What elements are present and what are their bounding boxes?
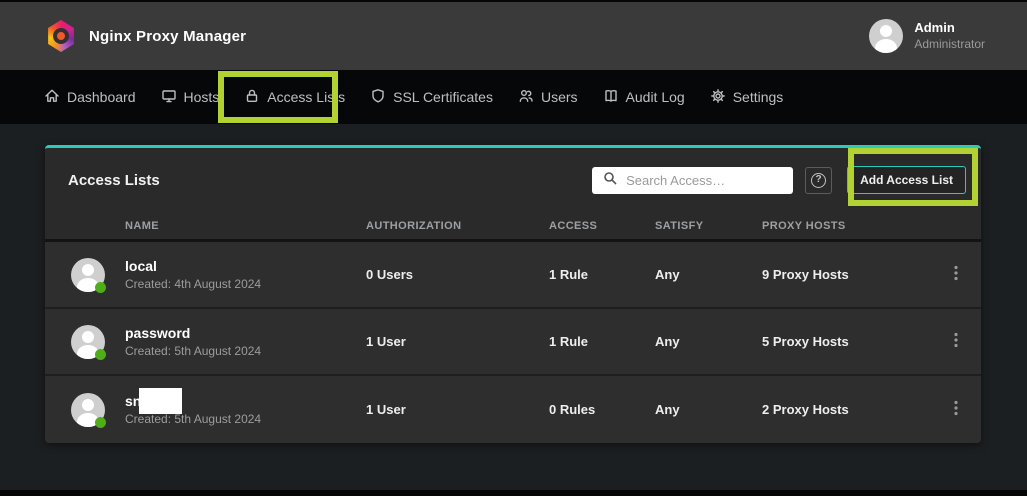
column-header-name: NAME bbox=[45, 220, 366, 232]
access-list-created: Created: 5th August 2024 bbox=[125, 344, 261, 360]
book-icon bbox=[603, 88, 619, 107]
row-menu-button[interactable] bbox=[931, 265, 981, 284]
vertical-dots-icon bbox=[954, 332, 958, 351]
access-cell: 0 Rules bbox=[549, 402, 655, 417]
search-input[interactable] bbox=[626, 173, 785, 188]
user-role: Administrator bbox=[914, 37, 985, 52]
nav-item-audit-log[interactable]: Audit Log bbox=[603, 88, 685, 107]
nav-item-users[interactable]: Users bbox=[518, 88, 578, 107]
row-menu-button[interactable] bbox=[931, 332, 981, 351]
search-icon bbox=[603, 171, 617, 190]
row-avatar bbox=[71, 258, 105, 292]
nav-item-ssl-certificates[interactable]: SSL Certificates bbox=[370, 88, 493, 107]
app-brand[interactable]: Nginx Proxy Manager bbox=[46, 20, 246, 52]
home-icon bbox=[44, 88, 60, 107]
npm-logo-icon bbox=[46, 20, 76, 52]
online-dot bbox=[95, 417, 106, 428]
nav-item-label: Settings bbox=[733, 89, 784, 105]
access-cell: 1 Rule bbox=[549, 267, 655, 282]
access-list-created: Created: 4th August 2024 bbox=[125, 277, 261, 293]
main-nav: Dashboard Hosts Access Lists SSL Certifi… bbox=[0, 70, 1027, 124]
authorization-cell: 1 User bbox=[366, 334, 549, 349]
user-avatar bbox=[869, 19, 903, 53]
authorization-cell: 1 User bbox=[366, 402, 549, 417]
redaction-box bbox=[139, 388, 182, 414]
online-dot bbox=[95, 282, 106, 293]
proxy-hosts-cell: 9 Proxy Hosts bbox=[762, 267, 931, 282]
help-icon: ? bbox=[811, 173, 826, 188]
nav-item-access-lists[interactable]: Access Lists bbox=[244, 88, 345, 107]
table-header-row: NAME AUTHORIZATION ACCESS SATISFY PROXY … bbox=[45, 212, 981, 242]
column-header-satisfy: SATISFY bbox=[655, 220, 762, 232]
help-button[interactable]: ? bbox=[805, 167, 832, 194]
vertical-dots-icon bbox=[954, 265, 958, 284]
shield-icon bbox=[370, 88, 386, 107]
proxy-hosts-cell: 5 Proxy Hosts bbox=[762, 334, 931, 349]
proxy-hosts-cell: 2 Proxy Hosts bbox=[762, 402, 931, 417]
nav-item-settings[interactable]: Settings bbox=[710, 88, 784, 107]
vertical-dots-icon bbox=[954, 400, 958, 419]
app-header: Nginx Proxy Manager Admin Administrator bbox=[0, 2, 1027, 70]
panel-header: Access Lists ? Add Access List bbox=[45, 148, 981, 212]
satisfy-cell: Any bbox=[655, 334, 762, 349]
access-cell: 1 Rule bbox=[549, 334, 655, 349]
user-name: Admin bbox=[914, 20, 985, 36]
access-list-row-password[interactable]: password Created: 5th August 2024 1 User… bbox=[45, 309, 981, 376]
satisfy-cell: Any bbox=[655, 267, 762, 282]
monitor-icon bbox=[161, 88, 177, 107]
access-list-name: password bbox=[125, 324, 261, 342]
access-list-name: local bbox=[125, 257, 261, 275]
access-list-row-local[interactable]: local Created: 4th August 2024 0 Users 1… bbox=[45, 242, 981, 309]
app-title: Nginx Proxy Manager bbox=[89, 28, 246, 45]
nav-item-label: Hosts bbox=[184, 89, 220, 105]
add-access-list-button[interactable]: Add Access List bbox=[847, 166, 966, 194]
online-dot bbox=[95, 349, 106, 360]
gear-icon bbox=[710, 88, 726, 107]
row-avatar bbox=[71, 325, 105, 359]
nav-item-label: Users bbox=[541, 89, 578, 105]
bottom-edge-strip bbox=[0, 490, 1027, 496]
panel-title: Access Lists bbox=[68, 172, 592, 189]
nav-item-dashboard[interactable]: Dashboard bbox=[44, 88, 136, 107]
column-header-proxy-hosts: PROXY HOSTS bbox=[762, 220, 931, 232]
column-header-authorization: AUTHORIZATION bbox=[366, 220, 549, 232]
nav-item-label: Dashboard bbox=[67, 89, 136, 105]
user-menu[interactable]: Admin Administrator bbox=[869, 19, 985, 53]
access-list-row-sn[interactable]: sn Created: 5th August 2024 1 User 0 Rul… bbox=[45, 376, 981, 443]
search-box bbox=[592, 167, 793, 194]
access-lists-panel: Access Lists ? Add Access List NAME AUTH… bbox=[45, 145, 981, 443]
satisfy-cell: Any bbox=[655, 402, 762, 417]
users-icon bbox=[518, 88, 534, 107]
nav-item-label: SSL Certificates bbox=[393, 89, 493, 105]
access-list-created: Created: 5th August 2024 bbox=[125, 412, 261, 428]
authorization-cell: 0 Users bbox=[366, 267, 549, 282]
row-menu-button[interactable] bbox=[931, 400, 981, 419]
column-header-access: ACCESS bbox=[549, 220, 655, 232]
nav-item-label: Access Lists bbox=[267, 89, 345, 105]
lock-icon bbox=[244, 88, 260, 107]
row-avatar bbox=[71, 393, 105, 427]
nav-item-label: Audit Log bbox=[626, 89, 685, 105]
nav-item-hosts[interactable]: Hosts bbox=[161, 88, 220, 107]
